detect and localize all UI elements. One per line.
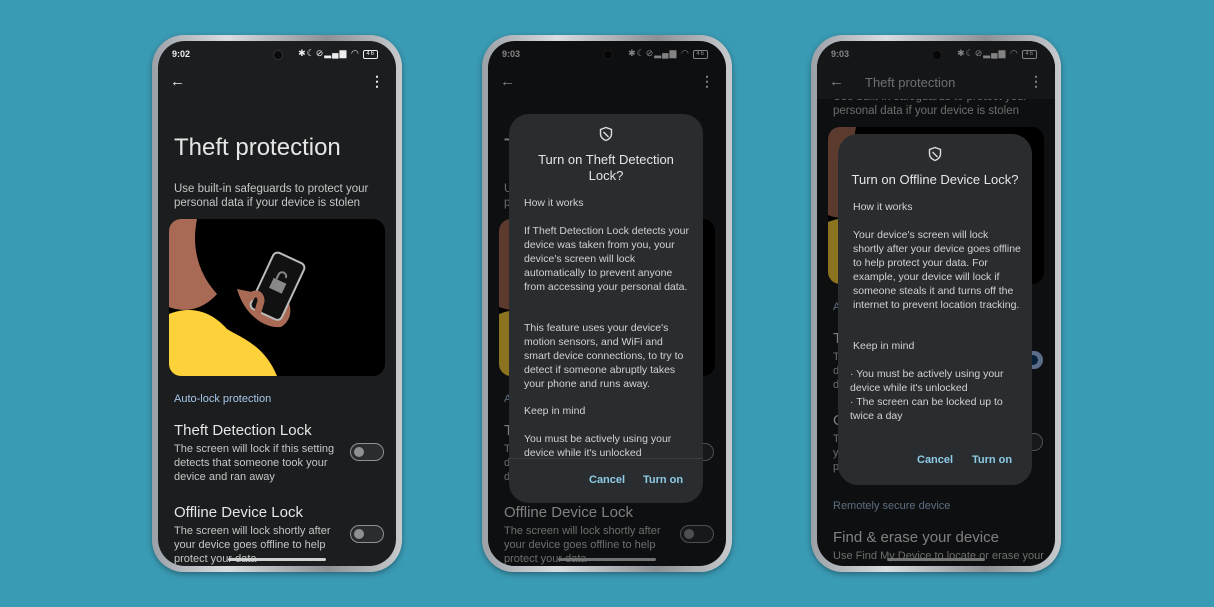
toggle-knob xyxy=(354,447,364,457)
phone-2: 9:03 ✱☾⊘▂▄▆ ◠ 46 ← ⋮ Theft protection Us… xyxy=(482,35,732,572)
more-vert-icon[interactable]: ⋮ xyxy=(370,73,384,90)
cancel-button[interactable]: Cancel xyxy=(917,454,953,466)
dialog-keep-heading: Keep in mind xyxy=(853,340,915,352)
dialog-bullet: · You must be actively using your device… xyxy=(850,368,1004,394)
dialog-how-heading: How it works xyxy=(524,197,584,209)
app-bar: ← ⋮ xyxy=(158,67,396,99)
home-indicator[interactable] xyxy=(228,558,326,561)
section-header-auto-lock: Auto-lock protection xyxy=(174,393,272,405)
dialog-paragraph: If Theft Detection Lock detects your dev… xyxy=(524,225,689,293)
shield-icon xyxy=(599,126,613,142)
page-title: Theft protection xyxy=(174,134,341,161)
dialog-paragraph: This feature uses your device's motion s… xyxy=(524,322,684,390)
turn-on-button[interactable]: Turn on xyxy=(643,474,683,486)
battery-icon: 46 xyxy=(363,50,378,59)
turn-on-button[interactable]: Turn on xyxy=(972,454,1012,466)
toggle-knob xyxy=(354,529,364,539)
dialog-how-heading: How it works xyxy=(853,201,913,213)
phone-1: 9:02 ✱☾⊘▂▄▆ ◠ 46 ← ⋮ Theft protection Us… xyxy=(152,35,402,572)
screen: 9:02 ✱☾⊘▂▄▆ ◠ 46 ← ⋮ Theft protection Us… xyxy=(158,41,396,566)
dialog-keep-heading: Keep in mind xyxy=(524,405,586,417)
theft-detection-desc: The screen will lock if this setting det… xyxy=(174,443,335,483)
offline-lock-dialog: Turn on Offline Device Lock? How it work… xyxy=(838,134,1032,485)
dialog-title: Turn on Offline Device Lock? xyxy=(851,172,1019,187)
theft-illustration xyxy=(169,219,385,376)
shield-icon xyxy=(928,146,942,162)
dialog-paragraph: You must be actively using your device w… xyxy=(524,433,672,459)
cancel-button[interactable]: Cancel xyxy=(589,474,625,486)
dialog-paragraph: Your device's screen will lock shortly a… xyxy=(853,229,1021,311)
screen: 9:03 ✱☾⊘▂▄▆ ◠ 46 ← Theft protection ⋮ Th… xyxy=(817,41,1055,566)
offline-lock-title[interactable]: Offline Device Lock xyxy=(174,504,303,521)
theft-detection-toggle[interactable] xyxy=(350,443,384,461)
page-subtitle: Use built-in safeguards to protect your … xyxy=(174,183,369,209)
status-bar: 9:02 ✱☾⊘▂▄▆ ◠ 46 xyxy=(158,41,396,67)
dialog-bullet: · The screen can be locked up to twice a… xyxy=(850,396,1003,422)
status-time: 9:02 xyxy=(172,49,191,59)
dialog-divider xyxy=(509,458,703,459)
theft-detection-title[interactable]: Theft Detection Lock xyxy=(174,422,312,439)
phone-3: 9:03 ✱☾⊘▂▄▆ ◠ 46 ← Theft protection ⋮ Th… xyxy=(811,35,1061,572)
screen: 9:03 ✱☾⊘▂▄▆ ◠ 46 ← ⋮ Theft protection Us… xyxy=(488,41,726,566)
arrow-left-icon[interactable]: ← xyxy=(170,73,185,90)
offline-lock-toggle[interactable] xyxy=(350,525,384,543)
camera-cutout xyxy=(273,50,283,60)
theft-detection-dialog: Turn on Theft Detection Lock? How it wor… xyxy=(509,114,703,503)
dialog-title: Turn on Theft Detection Lock? xyxy=(538,152,674,183)
status-icons: ✱☾⊘▂▄▆ ◠ 46 xyxy=(298,48,378,59)
